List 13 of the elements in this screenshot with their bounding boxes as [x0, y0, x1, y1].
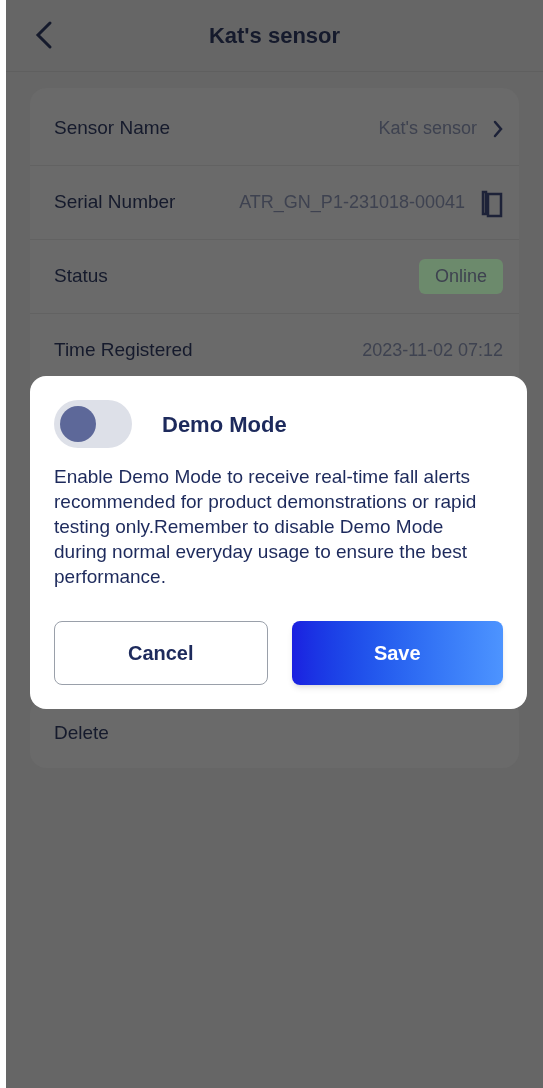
back-icon[interactable] [34, 20, 54, 50]
row-label: Status [54, 264, 108, 289]
cancel-button[interactable]: Cancel [54, 621, 268, 685]
status-badge: Online [418, 259, 503, 294]
save-button[interactable]: Save [291, 621, 503, 685]
dialog-title: Demo Mode [162, 410, 287, 439]
row-label: Sensor Name [54, 116, 171, 141]
row-label: Serial Number [54, 190, 176, 215]
chevron-right-icon [493, 119, 503, 138]
dialog-message: Enable Demo Mode to receive real-time fall alerts recommended for product demonstrations or rapid testing only.Remember to disable Demo Mode during normal everyday usage to ensure the best performance. [54, 465, 478, 589]
row-label: Time Registered [54, 338, 193, 363]
page-title: Kat's sensor [208, 22, 341, 50]
demo-mode-toggle[interactable] [54, 400, 132, 448]
